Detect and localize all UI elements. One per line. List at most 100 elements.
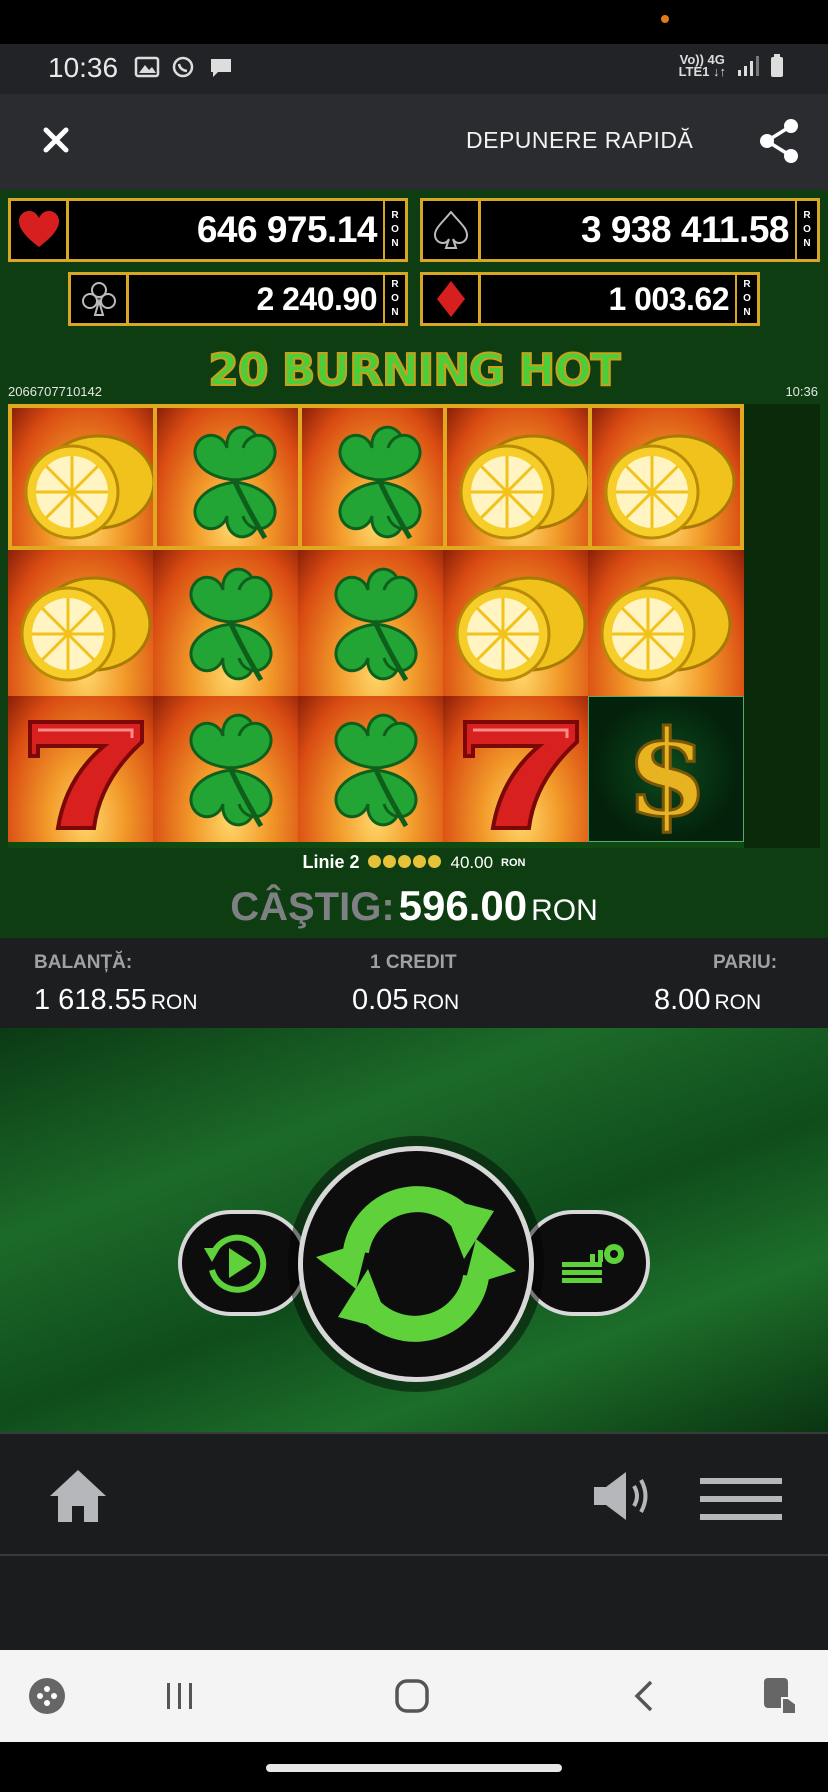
svg-text:$: $ [626, 704, 708, 842]
sound-icon[interactable] [592, 1470, 654, 1522]
lemon-icon [20, 576, 152, 682]
back-button[interactable] [626, 1674, 662, 1718]
reel-cell [588, 404, 744, 550]
coin-icon [382, 855, 396, 868]
jackpot-diamonds-value: 1 003.62 [608, 280, 729, 317]
win-line-currency: RON [501, 856, 526, 869]
round-id: 2066707710142 [8, 384, 102, 399]
reel-cell [443, 696, 599, 842]
reel-cell [8, 550, 164, 696]
recent-apps-button[interactable] [160, 1674, 200, 1718]
gallery-icon [134, 56, 160, 78]
signal-icon [738, 56, 759, 76]
reel-cell [153, 404, 309, 550]
win-line-info: Linie 2 40.00 RON [0, 852, 828, 873]
spin-icon [316, 1186, 516, 1342]
clubs-icon [71, 275, 129, 323]
jackpot-hearts-value: 646 975.14 [196, 209, 378, 250]
clover-icon [189, 567, 273, 682]
coin-icon [367, 855, 381, 868]
share-icon[interactable] [758, 118, 800, 164]
clover-icon [193, 425, 277, 540]
game-clock: 10:36 [785, 384, 818, 399]
reel-cell [153, 696, 309, 842]
home-icon[interactable] [48, 1468, 108, 1524]
balance-amount: 1 618.55 [34, 984, 147, 1016]
coin-icon [427, 855, 441, 868]
win-total: CÂŞTIG: 596.00 RON [0, 882, 828, 930]
bet-settings-icon [562, 1244, 624, 1283]
reel-cell [298, 404, 454, 550]
win-label: CÂŞTIG: [230, 885, 395, 929]
jackpot-clubs-currency: RON [383, 275, 405, 323]
autoplay-icon [204, 1234, 267, 1293]
lemon-icon [455, 576, 587, 682]
app-header [0, 94, 828, 190]
win-amount: 596.00 [398, 882, 528, 929]
credit-label: 1 CREDIT [370, 952, 457, 973]
screen-assist-button[interactable] [758, 1674, 802, 1718]
reel-5: $ [588, 404, 744, 848]
jackpot-spades: 3 938 411.58 RON [420, 198, 820, 262]
dollar-icon: $ [624, 703, 709, 842]
reel-cell: $ [588, 696, 744, 842]
camera-indicator-dot [661, 15, 669, 23]
status-time: 10:36 [48, 52, 119, 83]
back-icon [634, 1680, 653, 1712]
bet-currency: RON [714, 991, 762, 1014]
close-button[interactable] [38, 122, 74, 158]
jackpot-spades-currency: RON [795, 201, 817, 259]
coin-icon [397, 855, 411, 868]
battery-icon [771, 54, 783, 77]
credit-currency: RON [412, 991, 460, 1014]
android-home-button[interactable] [390, 1674, 434, 1718]
jackpot-hearts: 646 975.14 RON [8, 198, 408, 262]
hearts-icon [11, 201, 69, 259]
reel-4 [443, 404, 599, 848]
lemon-icon [459, 434, 591, 540]
jackpot-spades-value: 3 938 411.58 [581, 209, 790, 250]
jackpot-clubs: 2 240.90 RON [68, 272, 408, 326]
bet-amount: 8.00 [654, 984, 711, 1016]
seven-icon [463, 720, 579, 830]
bet-settings-button[interactable] [520, 1210, 650, 1316]
reel-cell [298, 550, 454, 696]
message-icon [211, 59, 231, 77]
bet-value[interactable]: 8.00 RON [654, 984, 761, 1017]
reels-grid: $ [8, 404, 820, 848]
status-right-group: Vo)) 4G LTE1 ↓↑ [678, 53, 784, 79]
reel-cell [8, 696, 164, 842]
hamburger-menu-icon[interactable] [700, 1476, 782, 1522]
clover-icon [334, 713, 418, 828]
gesture-pill[interactable] [266, 1764, 562, 1772]
screen-assist-icon [764, 1678, 797, 1715]
jackpot-clubs-value: 2 240.90 [256, 280, 377, 317]
coin-icon [412, 855, 426, 868]
spin-button[interactable] [298, 1146, 534, 1382]
jackpot-diamonds: 1 003.62 RON [420, 272, 760, 326]
reel-cell [153, 550, 309, 696]
reel-3 [298, 404, 454, 848]
game-menu-lower [0, 1554, 828, 1650]
home-circle-icon [395, 1679, 429, 1713]
win-currency: RON [531, 894, 598, 927]
autoplay-button[interactable] [178, 1210, 308, 1316]
network-line-2: LTE1 ↓↑ [678, 64, 726, 79]
lemon-icon [604, 434, 736, 540]
credit-amount: 0.05 [352, 984, 409, 1016]
close-icon [43, 127, 69, 153]
jackpot-hearts-currency: RON [383, 201, 405, 259]
quick-deposit-link[interactable]: DEPUNERE RAPIDĂ [466, 127, 693, 154]
credit-value[interactable]: 0.05 RON [352, 984, 459, 1017]
reel-1 [8, 404, 164, 848]
reel-cell [8, 404, 164, 550]
balance-label: BALANȚĂ: [34, 952, 133, 973]
game-launcher-button[interactable] [24, 1674, 70, 1718]
win-line-label: Linie 2 [302, 852, 360, 872]
reel-cell [443, 404, 599, 550]
lemon-icon [600, 576, 732, 682]
network-indicator: Vo)) 4G LTE1 ↓↑ [678, 53, 726, 79]
recent-apps-icon [167, 1683, 192, 1709]
game-launcher-icon [29, 1678, 65, 1714]
clover-icon [334, 567, 418, 682]
